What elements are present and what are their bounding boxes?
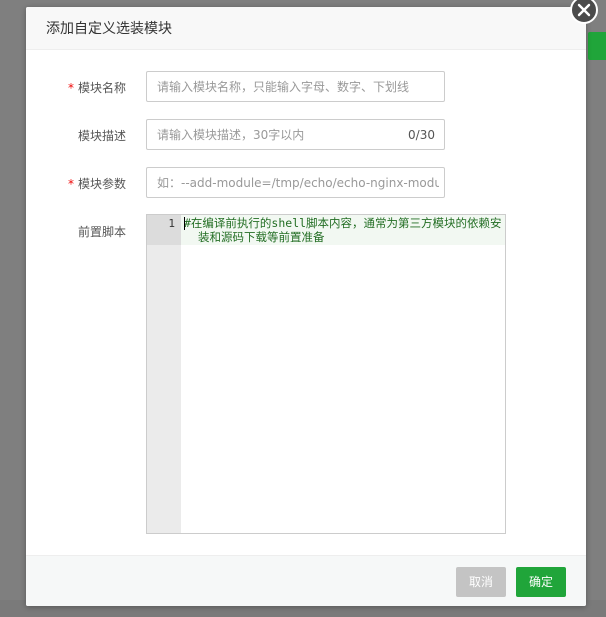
editor-gutter <box>147 215 181 533</box>
required-mark: * <box>67 177 74 191</box>
confirm-button[interactable]: 确定 <box>516 567 566 597</box>
cancel-button[interactable]: 取消 <box>456 567 506 597</box>
module-params-label: * 模块参数 <box>67 177 126 191</box>
close-icon <box>577 3 591 17</box>
dialog-header: 添加自定义选装模块 <box>26 7 586 50</box>
dialog-footer: 取消 确定 <box>26 555 586 606</box>
module-params-input[interactable]: 如：--add-module=/tmp/echo/echo-nginx-modu… <box>146 167 445 198</box>
module-desc-input[interactable]: 请输入模块描述，30字以内 0/30 <box>146 119 445 150</box>
module-name-placeholder: 请输入模块名称，只能输入字母、数字、下划线 <box>157 80 410 94</box>
close-button[interactable] <box>570 0 598 24</box>
char-counter: 0/30 <box>408 128 435 142</box>
module-desc-placeholder: 请输入模块描述，30字以内 <box>157 128 305 142</box>
dialog-title: 添加自定义选装模块 <box>46 21 172 37</box>
module-name-label: * 模块名称 <box>67 81 126 95</box>
module-desc-label: 模块描述 <box>77 129 126 143</box>
text-cursor <box>184 217 185 230</box>
background-page-button <box>588 32 606 60</box>
pre-script-label: 前置脚本 <box>77 225 126 239</box>
add-custom-module-dialog: 添加自定义选装模块 * 模块名称 请输入模块名称，只能输入字母、数字、下划线 模块… <box>26 7 586 606</box>
module-name-input[interactable]: 请输入模块名称，只能输入字母、数字、下划线 <box>146 71 445 102</box>
code-line[interactable]: #在编译前执行的shell脚本内容，通常为第三方模块的依赖安装和源码下载等前置准… <box>184 216 502 244</box>
line-number: 1 <box>168 217 175 230</box>
pre-script-editor[interactable]: 1 #在编译前执行的shell脚本内容，通常为第三方模块的依赖安装和源码下载等前… <box>146 214 506 534</box>
module-params-placeholder: 如：--add-module=/tmp/echo/echo-nginx-modu… <box>157 176 439 190</box>
required-mark: * <box>67 81 74 95</box>
